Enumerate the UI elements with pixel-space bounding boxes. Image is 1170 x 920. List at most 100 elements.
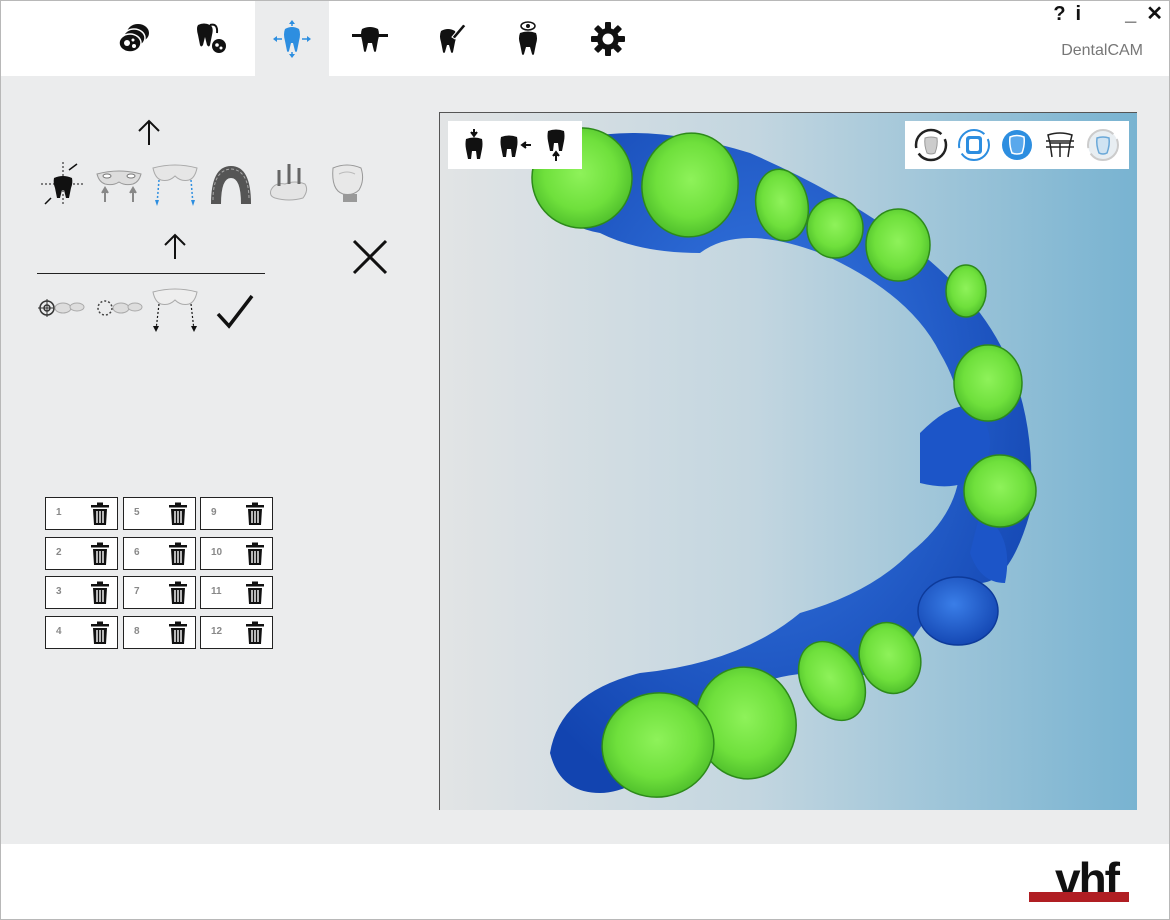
render-shaded-icon	[1001, 130, 1032, 160]
connectors-tool[interactable]	[151, 160, 199, 208]
model-viewport[interactable]	[439, 112, 1137, 810]
view-bottom-button[interactable]	[538, 127, 574, 163]
slot-number: 8	[134, 626, 140, 637]
render-transparent-button[interactable]	[1085, 127, 1121, 163]
coordinate-align-tool[interactable]	[39, 160, 87, 208]
main-workspace: 1 5 9 2 6 10 3 7 11 4 8 12	[1, 76, 1169, 844]
target-position-tool[interactable]	[37, 286, 85, 334]
connector-pins-tool[interactable]	[151, 286, 199, 334]
logo-bar	[1029, 892, 1129, 902]
connector-pins-icon	[152, 288, 198, 332]
nav-tab-settings[interactable]	[571, 1, 645, 76]
arrow-up-icon[interactable]	[162, 233, 188, 261]
trash-icon[interactable]	[245, 502, 265, 526]
nav-tab-tooth-analysis[interactable]	[175, 1, 249, 76]
slot-number: 9	[211, 507, 217, 518]
trash-icon[interactable]	[168, 542, 188, 566]
arch-tool[interactable]	[207, 160, 255, 208]
tooth-side-view-icon	[500, 135, 531, 157]
close-button[interactable]: ✕	[1146, 3, 1163, 25]
app-window: ? i _ ✕ DentalCAM 1 5 9 2 6 10 3 7 11 4 …	[0, 0, 1170, 920]
tooth-analysis-icon	[197, 23, 226, 53]
render-transparent-icon	[1087, 129, 1120, 161]
slot-1[interactable]: 1	[45, 497, 118, 530]
coordinate-align-icon	[41, 162, 85, 206]
trash-icon[interactable]	[245, 581, 265, 605]
trash-icon[interactable]	[90, 542, 110, 566]
slot-12[interactable]: 12	[200, 616, 273, 649]
help-button[interactable]: ?	[1053, 3, 1065, 25]
slot-number: 4	[56, 626, 62, 637]
top-navigation-bar: ? i _ ✕ DentalCAM	[1, 1, 1169, 76]
dental-arch-model[interactable]	[440, 113, 1137, 810]
nav-tab-holder-tooth[interactable]	[333, 1, 407, 76]
slot-number: 11	[211, 586, 222, 597]
render-shaded-button[interactable]	[999, 127, 1035, 163]
minimize-button[interactable]: _	[1125, 3, 1136, 25]
render-mode-toolbar	[905, 121, 1129, 169]
cancel-icon[interactable]	[351, 238, 389, 276]
pins-tool[interactable]	[265, 160, 313, 208]
render-outline-icon	[914, 128, 947, 162]
supports-tool[interactable]	[95, 160, 143, 208]
slot-number: 1	[56, 507, 62, 518]
connectors-icon	[152, 164, 198, 206]
confirm-check-icon[interactable]	[215, 292, 255, 332]
dotted-position-tool[interactable]	[95, 286, 143, 334]
trash-icon[interactable]	[168, 621, 188, 645]
trash-icon[interactable]	[245, 621, 265, 645]
trash-icon[interactable]	[90, 621, 110, 645]
render-bridge-button[interactable]	[1042, 127, 1078, 163]
render-bridge-icon	[1046, 132, 1075, 158]
controls-spacer	[1091, 3, 1115, 25]
slot-8[interactable]: 8	[123, 616, 196, 649]
arch-icon	[211, 166, 251, 204]
nav-tab-tooth-preview[interactable]	[491, 1, 565, 76]
job-database-icon	[118, 23, 149, 53]
dotted-position-icon	[97, 300, 143, 316]
arrow-up-icon[interactable]	[136, 119, 162, 147]
render-solid-button[interactable]	[956, 127, 992, 163]
restoration-model-tool[interactable]	[323, 160, 371, 208]
trash-icon[interactable]	[245, 542, 265, 566]
trash-icon[interactable]	[90, 502, 110, 526]
tooth-positioning-icon	[273, 19, 311, 58]
slot-number: 5	[134, 507, 140, 518]
tooth-top-view-icon	[465, 129, 483, 159]
supports-icon	[96, 170, 142, 202]
slot-11[interactable]: 11	[200, 576, 273, 609]
view-side-button[interactable]	[497, 127, 533, 163]
view-top-button[interactable]	[456, 127, 492, 163]
slot-number: 10	[211, 547, 223, 558]
vhf-logo: vhf	[1029, 853, 1131, 906]
nav-tab-tooth-tool[interactable]	[413, 1, 487, 76]
trash-icon[interactable]	[90, 581, 110, 605]
window-controls: ? i _ ✕	[1053, 3, 1163, 25]
nav-tab-job-database[interactable]	[97, 1, 171, 76]
slot-number: 7	[134, 586, 140, 597]
tooth-preview-icon	[519, 20, 537, 55]
slot-2[interactable]: 2	[45, 537, 118, 570]
slot-5[interactable]: 5	[123, 497, 196, 530]
info-button[interactable]: i	[1076, 3, 1082, 25]
app-title: DentalCAM	[1061, 42, 1143, 59]
footer-bar: vhf	[1, 844, 1169, 919]
slot-6[interactable]: 6	[123, 537, 196, 570]
slot-4[interactable]: 4	[45, 616, 118, 649]
slot-number: 6	[134, 547, 140, 558]
trash-icon[interactable]	[168, 581, 188, 605]
slot-10[interactable]: 10	[200, 537, 273, 570]
nav-tab-tooth-positioning[interactable]	[255, 1, 329, 76]
slot-number: 12	[211, 626, 223, 637]
slot-9[interactable]: 9	[200, 497, 273, 530]
render-outline-button[interactable]	[913, 127, 949, 163]
restoration-model-icon	[332, 164, 364, 202]
pins-icon	[270, 164, 308, 201]
slot-number: 2	[56, 547, 62, 558]
tooth-bottom-view-icon	[547, 129, 565, 161]
trash-icon[interactable]	[168, 502, 188, 526]
render-solid-icon	[957, 129, 990, 161]
slot-7[interactable]: 7	[123, 576, 196, 609]
view-direction-toolbar	[448, 121, 582, 169]
slot-3[interactable]: 3	[45, 576, 118, 609]
